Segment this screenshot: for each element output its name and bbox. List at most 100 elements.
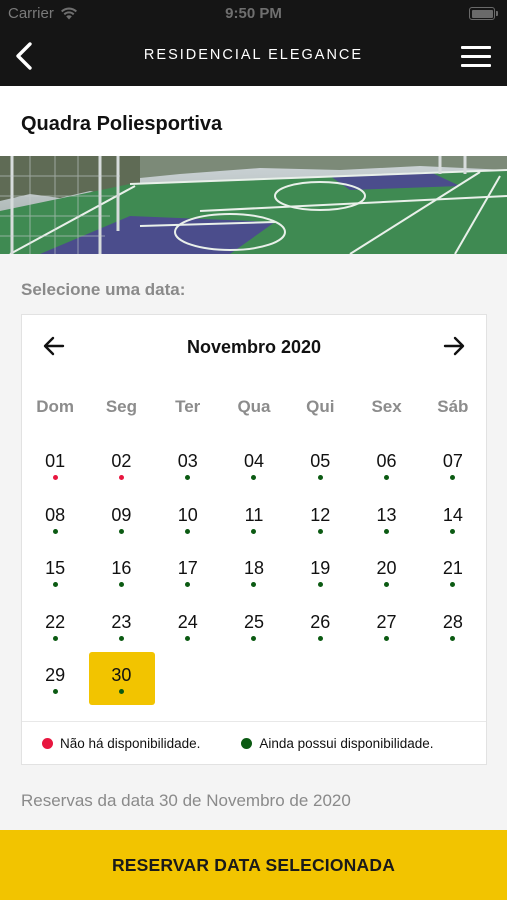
calendar-day-number: 17 (177, 558, 198, 579)
available-dot-icon (450, 582, 456, 588)
available-dot-icon (251, 582, 257, 588)
available-dot-icon (450, 635, 456, 641)
available-dot-icon (185, 582, 191, 588)
available-dot-icon (241, 738, 253, 749)
calendar-day[interactable]: 08 (22, 492, 88, 546)
calendar-day-number: 23 (111, 611, 132, 632)
calendar-day-number: 16 (111, 558, 132, 579)
calendar-day-number: 09 (111, 504, 132, 525)
calendar: Novembro 2020 Dom Seg Ter Qua Qui Sex Sá… (21, 314, 487, 765)
calendar-day[interactable]: 09 (88, 492, 154, 546)
calendar-day[interactable]: 30 (88, 652, 155, 706)
calendar-day[interactable]: 22 (22, 599, 88, 653)
calendar-day-number: 20 (376, 558, 397, 579)
calendar-legend: Não há disponibilidade. Ainda possui dis… (22, 721, 486, 765)
calendar-day[interactable]: 01 (22, 438, 88, 492)
calendar-day-number: 04 (243, 451, 264, 471)
available-dot-icon (118, 635, 124, 641)
available-dot-icon (185, 635, 191, 641)
calendar-day-number: 13 (376, 504, 397, 525)
calendar-day-number: 06 (376, 451, 397, 471)
calendar-day-number: 10 (177, 504, 198, 525)
calendar-day[interactable]: 26 (287, 599, 353, 653)
calendar-day[interactable]: 24 (155, 599, 221, 653)
calendar-day[interactable]: 17 (155, 545, 221, 599)
calendar-day[interactable]: 10 (155, 492, 221, 546)
reserve-date-button-label: RESERVAR DATA SELECIONADA (111, 854, 396, 875)
legend-available: Ainda possui disponibilidade. (241, 736, 433, 751)
available-dot-icon (450, 528, 456, 534)
calendar-day[interactable]: 02 (88, 438, 154, 492)
calendar-day[interactable]: 15 (22, 545, 88, 599)
calendar-day-number: 02 (111, 451, 132, 471)
calendar-day-number: 14 (442, 504, 463, 525)
available-dot-icon (450, 475, 456, 480)
calendar-day[interactable]: 04 (221, 438, 287, 492)
calendar-day-number: 05 (310, 451, 331, 471)
calendar-day-number: 25 (243, 611, 264, 632)
page-title: Quadra Poliesportiva (21, 113, 223, 135)
available-dot-icon (52, 528, 58, 534)
calendar-day[interactable]: 12 (287, 492, 353, 546)
unavailable-dot-icon (118, 475, 124, 480)
page-header: Quadra Poliesportiva (0, 86, 507, 156)
status-bar: Carrier 9:50 PM (0, 0, 507, 28)
calendar-day-number: 24 (177, 611, 198, 632)
navbar: RESIDENCIAL ELEGANCE (0, 28, 507, 86)
calendar-day[interactable]: 21 (420, 545, 486, 599)
calendar-day[interactable]: 16 (88, 545, 154, 599)
calendar-day[interactable]: 23 (88, 599, 154, 653)
calendar-day-number: 18 (243, 558, 264, 579)
available-dot-icon (317, 528, 323, 534)
status-time: 9:50 PM (225, 5, 282, 22)
calendar-day[interactable]: 13 (353, 492, 419, 546)
calendar-days-grid: 01 02 03 04 05 06 07 08 09 10 11 12 13 14 15 16 17 18 19 20… (22, 438, 486, 706)
available-dot-icon (52, 689, 58, 695)
available-dot-icon (251, 475, 257, 480)
calendar-day[interactable]: 05 (287, 438, 353, 492)
reserve-date-button[interactable]: RESERVAR DATA SELECIONADA (0, 830, 507, 900)
calendar-day[interactable]: 20 (353, 545, 419, 599)
calendar-day[interactable]: 06 (353, 438, 419, 492)
calendar-day[interactable]: 07 (420, 438, 486, 492)
calendar-day[interactable]: 25 (221, 599, 287, 653)
available-dot-icon (317, 475, 323, 480)
calendar-day[interactable]: 11 (221, 492, 287, 546)
legend-available-label: Ainda possui disponibilidade. (259, 736, 434, 751)
calendar-day-number: 12 (310, 504, 331, 525)
available-dot-icon (52, 635, 58, 641)
available-dot-icon (251, 528, 257, 534)
calendar-day-number: 03 (177, 451, 198, 471)
court-illustration (0, 156, 507, 254)
calendar-day[interactable]: 14 (420, 492, 486, 546)
calendar-day[interactable]: 03 (155, 438, 221, 492)
available-dot-icon (317, 635, 323, 641)
reservations-label: Reservas da data 30 de Novembro de 2020 (21, 791, 351, 810)
calendar-day-number: 27 (376, 611, 397, 632)
calendar-day[interactable]: 19 (287, 545, 353, 599)
unavailable-dot-icon (42, 738, 53, 749)
calendar-header: Novembro 2020 (22, 315, 486, 381)
calendar-day-number: 01 (45, 451, 66, 471)
legend-unavailable: Não há disponibilidade. (42, 736, 200, 751)
court-image (0, 156, 507, 254)
available-dot-icon (317, 582, 323, 588)
available-dot-icon (384, 635, 390, 641)
legend-unavailable-label: Não há disponibilidade. (60, 736, 201, 751)
next-month-arrow-icon[interactable] (442, 334, 466, 358)
available-dot-icon (185, 528, 191, 534)
available-dot-icon (185, 475, 191, 480)
calendar-day[interactable]: 18 (221, 545, 287, 599)
calendar-day-number: 08 (45, 504, 66, 525)
calendar-day-number: 29 (45, 665, 66, 686)
calendar-day-number: 11 (244, 504, 264, 525)
available-dot-icon (384, 528, 390, 534)
calendar-day[interactable]: 29 (22, 652, 88, 706)
calendar-day-number: 22 (45, 611, 66, 632)
calendar-day-number: 26 (310, 611, 331, 632)
calendar-day-number: 15 (45, 558, 66, 579)
weekday-label: Sex (371, 397, 402, 416)
calendar-day[interactable]: 28 (420, 599, 486, 653)
hamburger-menu-icon[interactable] (461, 46, 491, 68)
calendar-day[interactable]: 27 (353, 599, 419, 653)
